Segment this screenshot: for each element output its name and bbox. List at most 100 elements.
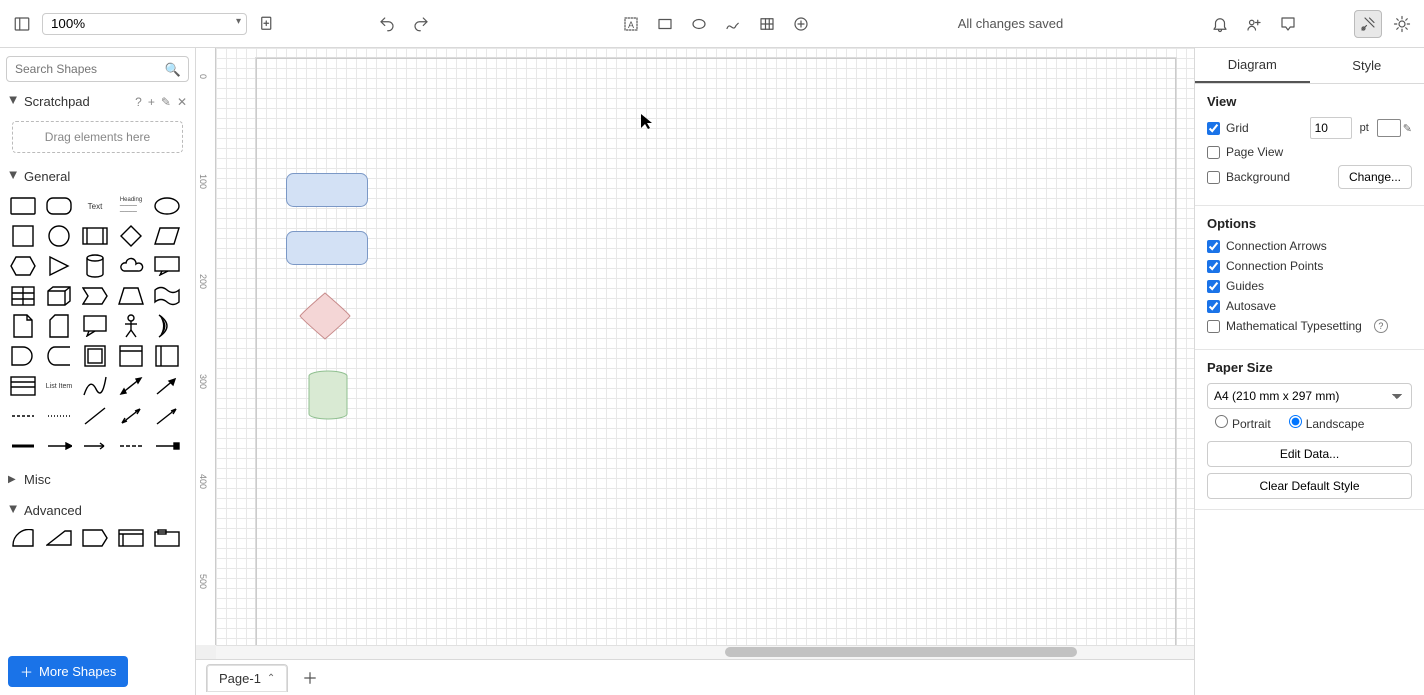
shape-table[interactable] (8, 284, 38, 308)
background-checkbox[interactable]: Background (1207, 170, 1290, 184)
help-icon[interactable]: ? (135, 95, 142, 109)
shape-ellipse[interactable] (152, 194, 182, 218)
drawing-canvas[interactable] (216, 48, 1194, 645)
shape-adv-4[interactable] (116, 526, 146, 550)
change-background-button[interactable]: Change... (1338, 165, 1412, 189)
shape-conn-4[interactable] (152, 434, 182, 458)
shape-bidir-line[interactable] (116, 404, 146, 428)
shape-conn-1[interactable] (44, 434, 74, 458)
shape-arrow[interactable] (152, 374, 182, 398)
shape-text[interactable]: Text (80, 194, 110, 218)
sidebar-toggle-button[interactable] (8, 10, 36, 38)
shape-bidir-arrow[interactable] (116, 374, 146, 398)
guides-checkbox[interactable]: Guides (1207, 279, 1264, 293)
general-category-header[interactable]: ▶ General (0, 165, 195, 188)
pencil-icon[interactable]: ✎ (1403, 122, 1412, 135)
shape-datastore[interactable] (44, 344, 74, 368)
tab-style[interactable]: Style (1310, 48, 1424, 83)
close-icon[interactable]: ✕ (177, 95, 187, 109)
shape-circle[interactable] (44, 224, 74, 248)
shape-actor[interactable] (116, 314, 146, 338)
ellipse-tool-button[interactable] (685, 10, 713, 38)
grid-checkbox[interactable]: Grid (1207, 121, 1249, 135)
table-tool-button[interactable] (753, 10, 781, 38)
shape-conn-3[interactable] (116, 434, 146, 458)
shape-and[interactable] (8, 344, 38, 368)
portrait-radio[interactable]: Portrait (1215, 415, 1271, 431)
shape-adv-5[interactable] (152, 526, 182, 550)
scratchpad-dropzone[interactable]: Drag elements here (12, 121, 183, 153)
shape-curve[interactable] (80, 374, 110, 398)
freehand-tool-button[interactable] (719, 10, 747, 38)
shape-adv-3[interactable] (80, 526, 110, 550)
theme-toggle-button[interactable] (1388, 10, 1416, 38)
shape-thick-line[interactable] (8, 434, 38, 458)
format-panel-toggle[interactable] (1354, 10, 1382, 38)
canvas-cylinder[interactable] (308, 370, 348, 423)
conn-points-checkbox[interactable]: Connection Points (1207, 259, 1323, 273)
shape-list[interactable] (8, 374, 38, 398)
zoom-in-button[interactable] (253, 10, 281, 38)
zoom-select[interactable] (42, 13, 247, 35)
help-icon[interactable]: ? (1374, 319, 1388, 333)
shape-dir-line[interactable] (152, 404, 182, 428)
shape-adv-2[interactable] (44, 526, 74, 550)
notifications-button[interactable] (1206, 10, 1234, 38)
insert-button[interactable] (787, 10, 815, 38)
shape-adv-1[interactable] (8, 526, 38, 550)
edit-data-button[interactable]: Edit Data... (1207, 441, 1412, 467)
shape-frame-h[interactable] (116, 344, 146, 368)
share-button[interactable] (1240, 10, 1268, 38)
shape-container[interactable] (80, 344, 110, 368)
math-checkbox[interactable]: Mathematical Typesetting (1207, 319, 1362, 333)
add-icon[interactable]: + (148, 95, 155, 109)
advanced-category-header[interactable]: ▶ Advanced (0, 495, 195, 526)
shape-callout[interactable] (152, 254, 182, 278)
shape-triangle[interactable] (44, 254, 74, 278)
rectangle-tool-button[interactable] (651, 10, 679, 38)
text-tool-button[interactable]: A (617, 10, 645, 38)
tab-diagram[interactable]: Diagram (1195, 48, 1310, 83)
landscape-radio[interactable]: Landscape (1289, 415, 1365, 431)
shape-step[interactable] (80, 284, 110, 308)
shape-rect[interactable] (8, 194, 38, 218)
more-shapes-button[interactable]: ＋ More Shapes (8, 656, 128, 687)
shape-cloud[interactable] (116, 254, 146, 278)
undo-button[interactable] (373, 10, 401, 38)
grid-color-swatch[interactable] (1377, 119, 1401, 137)
shape-card[interactable] (44, 314, 74, 338)
canvas-rounded-rect[interactable] (286, 173, 368, 210)
search-shapes-input[interactable] (6, 56, 189, 82)
shape-square[interactable] (8, 224, 38, 248)
grid-size-input[interactable] (1310, 117, 1352, 139)
shape-tape[interactable] (152, 284, 182, 308)
paper-size-select[interactable]: A4 (210 mm x 297 mm) (1207, 383, 1412, 409)
clear-default-style-button[interactable]: Clear Default Style (1207, 473, 1412, 499)
canvas-diamond[interactable] (299, 292, 351, 343)
pencil-icon[interactable]: ✎ (161, 95, 171, 109)
shape-or[interactable] (152, 314, 182, 338)
shape-parallelogram[interactable] (152, 224, 182, 248)
shape-conn-2[interactable] (80, 434, 110, 458)
shape-list-item[interactable]: List Item (44, 374, 74, 398)
page-view-checkbox[interactable]: Page View (1207, 145, 1283, 159)
scrollbar-thumb[interactable] (725, 647, 1077, 657)
conn-arrows-checkbox[interactable]: Connection Arrows (1207, 239, 1327, 253)
shape-callout-sq[interactable] (80, 314, 110, 338)
shape-rounded-rect[interactable] (44, 194, 74, 218)
autosave-checkbox[interactable]: Autosave (1207, 299, 1276, 313)
shape-diamond[interactable] (116, 224, 146, 248)
shape-note[interactable] (8, 314, 38, 338)
comments-button[interactable] (1274, 10, 1302, 38)
canvas-rounded-rect[interactable] (286, 231, 368, 268)
shape-hexagon[interactable] (8, 254, 38, 278)
horizontal-scrollbar[interactable] (216, 645, 1194, 659)
shape-frame-v[interactable] (152, 344, 182, 368)
add-page-button[interactable] (296, 664, 324, 692)
shape-cube[interactable] (44, 284, 74, 308)
shape-line[interactable] (80, 404, 110, 428)
shape-cylinder[interactable] (80, 254, 110, 278)
page-tab-1[interactable]: Page-1 ⌃ (206, 664, 288, 692)
shape-trapezoid[interactable] (116, 284, 146, 308)
misc-category-header[interactable]: ▶ Misc (0, 464, 195, 495)
